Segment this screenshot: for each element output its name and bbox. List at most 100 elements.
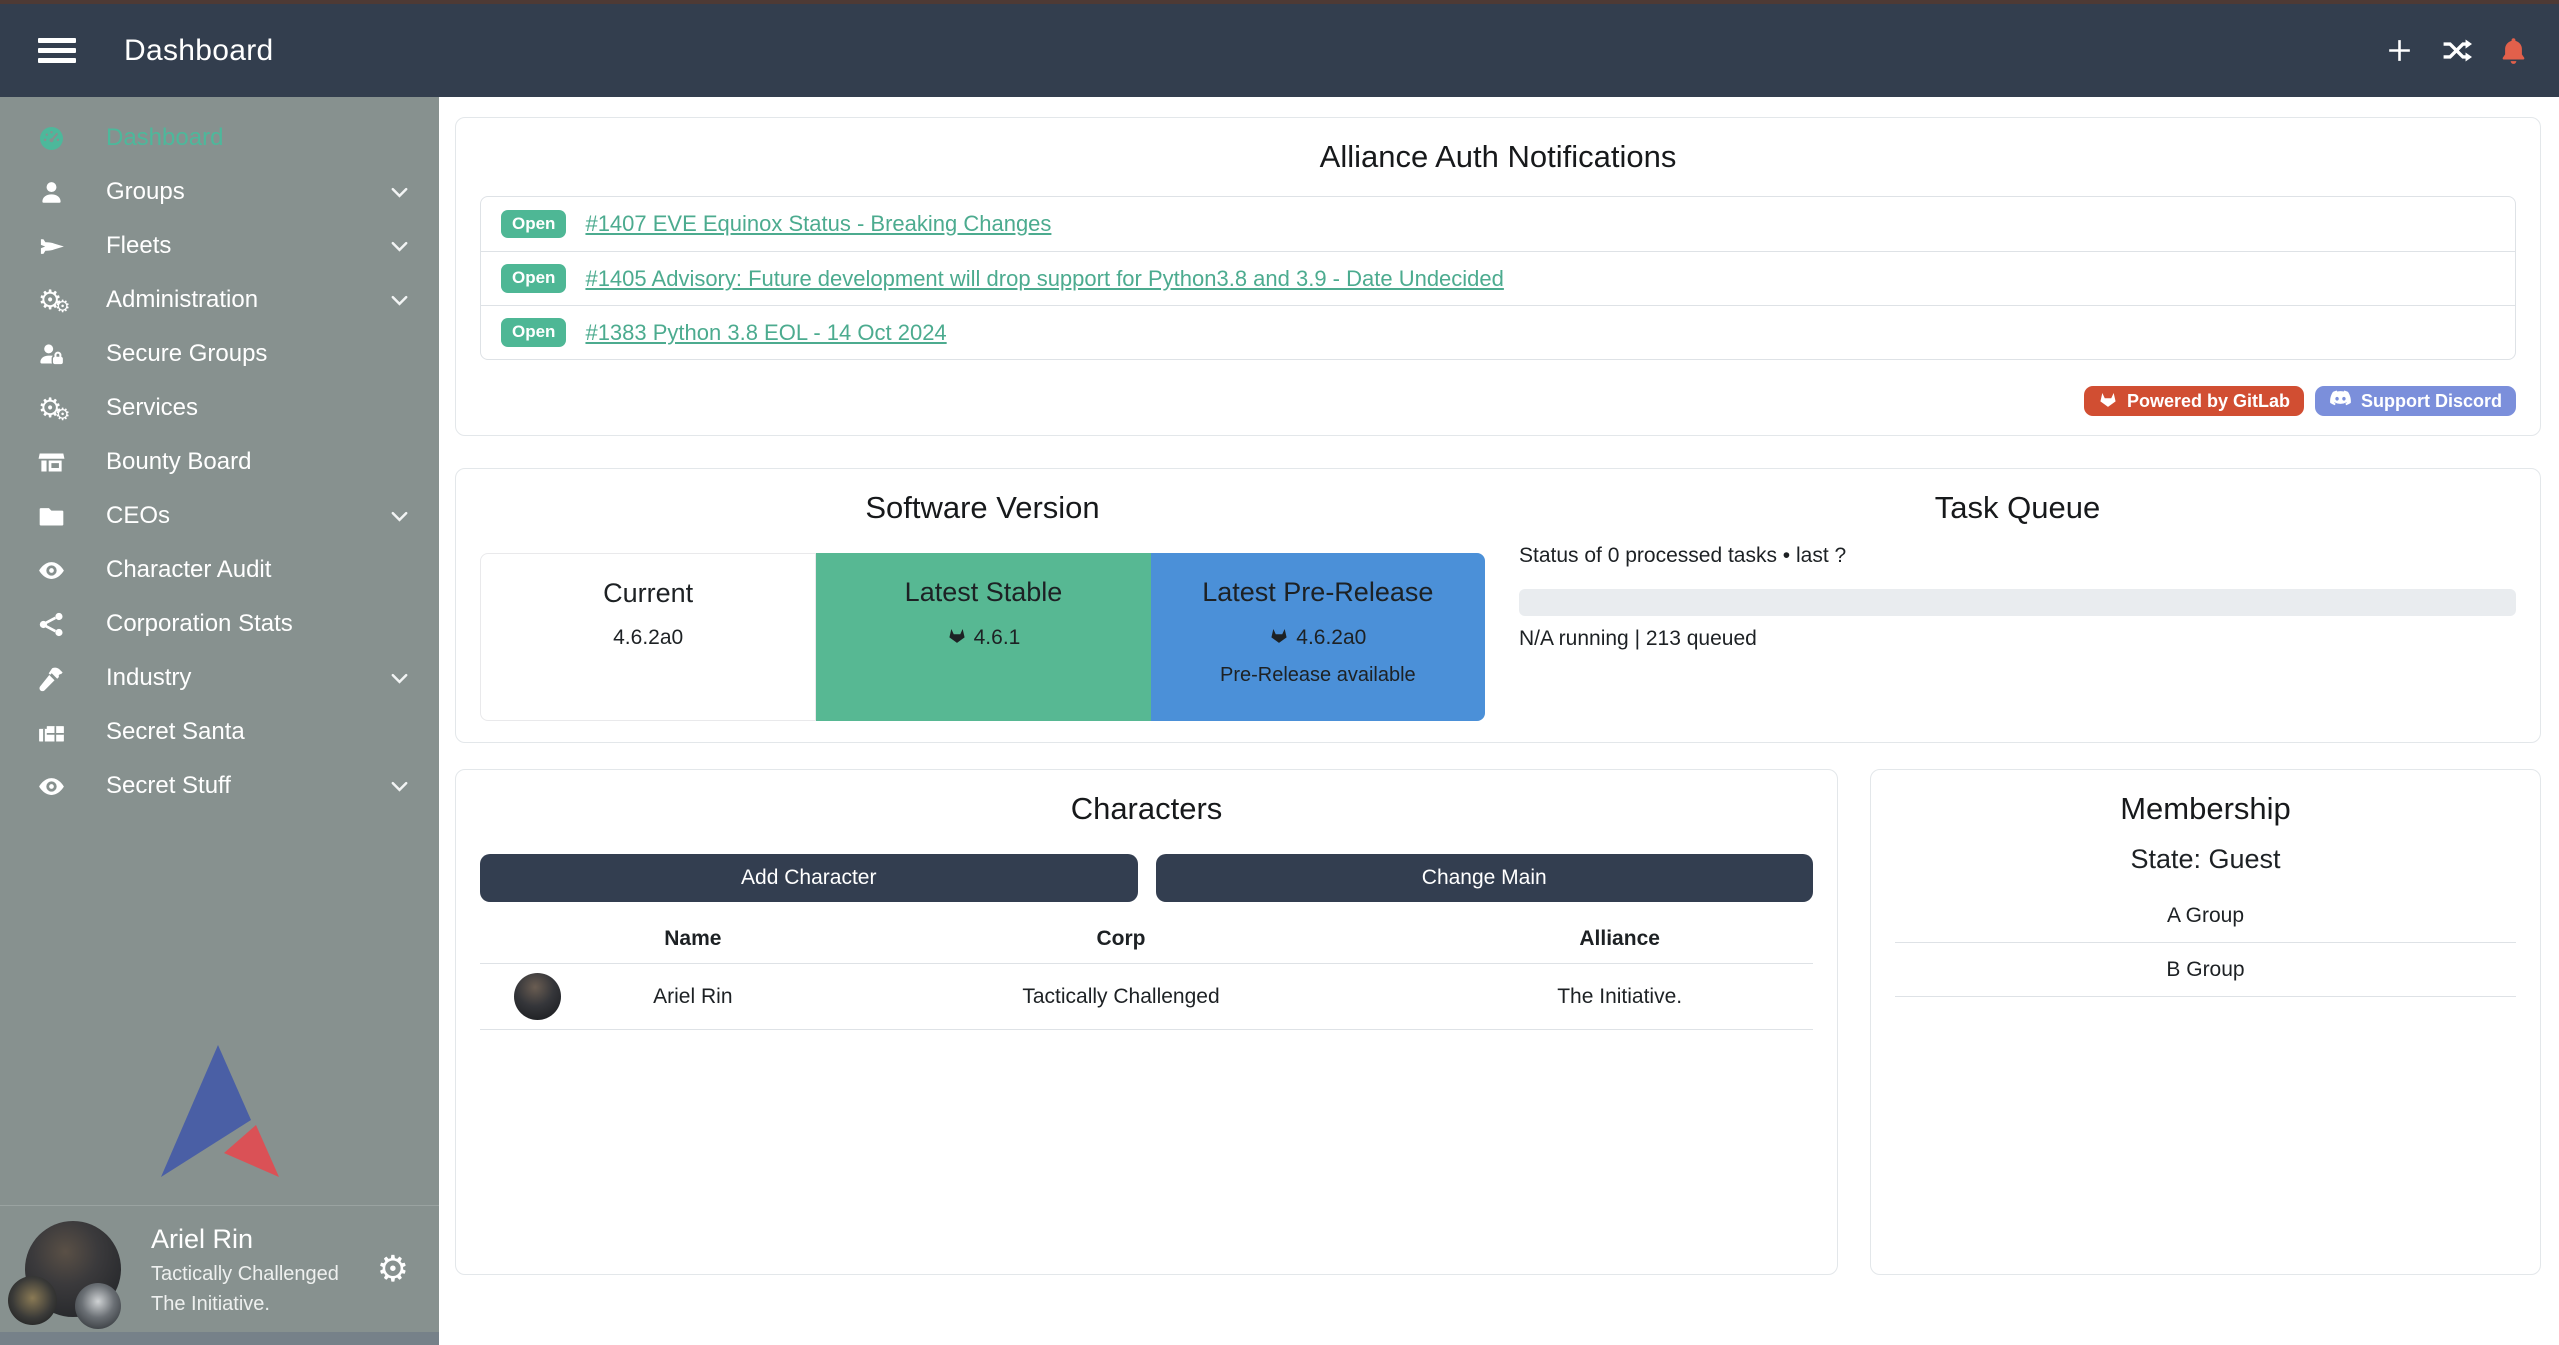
share-icon <box>38 610 80 638</box>
sidebar-item-label: Secret Stuff <box>106 772 231 800</box>
sidebar-bottom-strip <box>0 1332 439 1345</box>
navbar-actions <box>2384 35 2529 66</box>
character-portrait-cell <box>480 964 570 1030</box>
software-version-title: Software Version <box>480 487 1485 529</box>
characters-card: Characters Add Character Change Main Nam… <box>455 769 1838 1275</box>
sidebar-item-services[interactable]: ⚙⚙ Services <box>0 381 439 435</box>
corp-logo-badge <box>8 1276 57 1325</box>
fighter-jet-icon <box>38 232 80 260</box>
store-icon <box>38 448 80 476</box>
sidebar-item-groups[interactable]: Groups <box>0 165 439 219</box>
sidebar-item-ceos[interactable]: CEOs <box>0 489 439 543</box>
sidebar-item-label: Character Audit <box>106 556 271 584</box>
sidebar-item-industry[interactable]: Industry <box>0 651 439 705</box>
notification-link[interactable]: #1407 EVE Equinox Status - Breaking Chan… <box>585 211 1051 237</box>
version-cell-note: Pre-Release available <box>1151 664 1485 687</box>
folder-icon <box>38 502 80 530</box>
gitlab-badge-label: Powered by GitLab <box>2127 391 2290 412</box>
version-cell-value: 4.6.2a0 <box>1151 625 1485 651</box>
version-cell-pre: Latest Pre-Release4.6.2a0Pre-Release ava… <box>1151 553 1485 721</box>
notifications-bell-icon[interactable] <box>2498 35 2529 66</box>
task-queue-summary: N/A running | 213 queued <box>1519 627 2516 651</box>
sidebar-item-fleets[interactable]: Fleets <box>0 219 439 273</box>
version-cell-current: Current4.6.2a0 <box>480 553 816 721</box>
bottom-row: Characters Add Character Change Main Nam… <box>455 769 2541 1275</box>
notifications-title: Alliance Auth Notifications <box>480 136 2516 178</box>
characters-buttons: Add Character Change Main <box>480 854 1813 902</box>
sidebar-item-administration[interactable]: ⚙⚙Administration <box>0 273 439 327</box>
task-queue-section: Task Queue Status of 0 processed tasks •… <box>1519 487 2516 724</box>
characters-title: Characters <box>480 788 1813 830</box>
discord-badge[interactable]: Support Discord <box>2315 386 2516 416</box>
chevron-down-icon <box>388 181 411 204</box>
sidebar-item-bounty-board[interactable]: Bounty Board <box>0 435 439 489</box>
version-cell-value: 4.6.1 <box>816 625 1150 651</box>
task-queue-status: Status of 0 processed tasks • last ? <box>1519 544 2516 568</box>
add-icon[interactable] <box>2384 35 2415 66</box>
sidebar-item-label: CEOs <box>106 502 170 530</box>
membership-group-row: B Group <box>1895 943 2516 997</box>
status-badge: Open <box>501 264 566 293</box>
hammer-icon <box>38 664 80 692</box>
page-title: Dashboard <box>124 34 273 68</box>
notification-link[interactable]: #1405 Advisory: Future development will … <box>585 266 1503 292</box>
character-corp-cell: Tactically Challenged <box>816 964 1427 1030</box>
sidebar-item-secret-stuff[interactable]: Secret Stuff <box>0 759 439 813</box>
user-lock-icon <box>38 340 80 368</box>
sidebar-item-dashboard[interactable]: Dashboard <box>0 111 439 165</box>
chevron-down-icon <box>388 289 411 312</box>
user-settings-gear-icon[interactable]: ⚙ <box>377 1251 409 1287</box>
user-corp: Tactically Challenged <box>151 1259 339 1289</box>
portrait-column-header <box>480 914 570 964</box>
membership-title: Membership <box>1895 788 2516 830</box>
user-info: Ariel Rin Tactically Challenged The Init… <box>151 1219 339 1320</box>
change-main-button[interactable]: Change Main <box>1156 854 1814 902</box>
gitlab-tanuki-icon <box>947 625 967 651</box>
column-header-corp: Corp <box>816 914 1427 964</box>
sidebar-item-label: Bounty Board <box>106 448 251 476</box>
user-avatar <box>25 1221 121 1317</box>
notification-item: Open #1407 EVE Equinox Status - Breaking … <box>481 197 2515 251</box>
sidebar-item-secret-santa[interactable]: Secret Santa <box>0 705 439 759</box>
column-header-alliance: Alliance <box>1426 914 1813 964</box>
status-badge: Open <box>501 318 566 347</box>
status-badge: Open <box>501 210 566 239</box>
chevron-down-icon <box>388 505 411 528</box>
main-content: Alliance Auth Notifications Open #1407 EV… <box>439 97 2559 1345</box>
gitlab-tanuki-icon <box>1269 625 1289 651</box>
gitlab-badge[interactable]: Powered by GitLab <box>2084 386 2304 416</box>
task-queue-title: Task Queue <box>1519 487 2516 529</box>
notification-link[interactable]: #1383 Python 3.8 EOL - 14 Oct 2024 <box>585 320 946 346</box>
add-character-button[interactable]: Add Character <box>480 854 1138 902</box>
sidebar-item-label: Groups <box>106 178 185 206</box>
software-version-section: Software Version Current4.6.2a0Latest St… <box>480 487 1485 724</box>
eye-icon <box>38 772 80 800</box>
sidebar-item-secure-groups[interactable]: Secure Groups <box>0 327 439 381</box>
gitlab-tanuki-icon <box>2098 389 2118 414</box>
notifications-footer-badges: Powered by GitLab Support Discord <box>480 386 2516 416</box>
cogs-icon: ⚙⚙ <box>38 394 80 422</box>
sidebar-item-label: Corporation Stats <box>106 610 293 638</box>
discord-icon <box>2329 390 2352 413</box>
membership-state: State: Guest <box>1895 842 2516 876</box>
sidebar-item-label: Secret Santa <box>106 718 245 746</box>
chevron-down-icon <box>388 667 411 690</box>
column-header-name: Name <box>570 914 816 964</box>
sidebar: DashboardGroupsFleets⚙⚙AdministrationSec… <box>0 97 439 1345</box>
sidebar-item-label: Fleets <box>106 232 171 260</box>
menu-toggle-icon[interactable] <box>38 33 76 68</box>
membership-card: Membership State: Guest A GroupB Group <box>1870 769 2541 1275</box>
shuffle-icon[interactable] <box>2441 35 2472 66</box>
sidebar-item-label: Industry <box>106 664 191 692</box>
character-name-cell: Ariel Rin <box>570 964 816 1030</box>
sidebar-item-label: Dashboard <box>106 124 223 152</box>
discord-badge-label: Support Discord <box>2361 391 2502 412</box>
sidebar-item-label: Services <box>106 394 198 422</box>
character-alliance-cell: The Initiative. <box>1426 964 1813 1030</box>
sidebar-spacer <box>0 813 439 1039</box>
notification-item: Open #1405 Advisory: Future development w… <box>481 251 2515 305</box>
sidebar-item-corporation-stats[interactable]: Corporation Stats <box>0 597 439 651</box>
notifications-list: Open #1407 EVE Equinox Status - Breaking … <box>480 196 2516 360</box>
sidebar-item-character-audit[interactable]: Character Audit <box>0 543 439 597</box>
version-cell-value: 4.6.2a0 <box>481 626 815 650</box>
